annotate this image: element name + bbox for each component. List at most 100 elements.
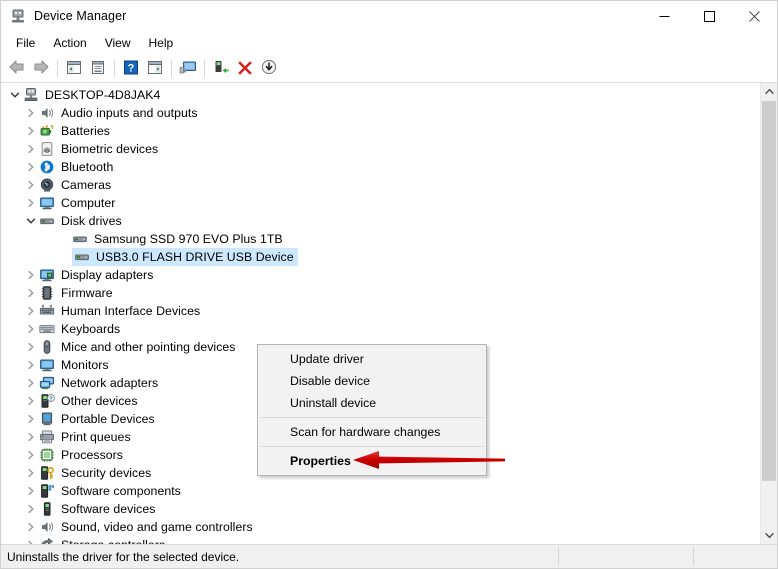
context-properties[interactable]: Properties <box>258 450 486 472</box>
tree-item-label: Samsung SSD 970 EVO Plus 1TB <box>94 232 283 246</box>
chevron-right-icon[interactable] <box>23 536 39 544</box>
chevron-right-icon[interactable] <box>23 410 39 428</box>
vertical-scrollbar[interactable] <box>760 83 777 544</box>
tree-item-keyboards[interactable]: Keyboards <box>1 320 760 338</box>
tree-item-label: Display adapters <box>61 268 154 282</box>
tree-item-label: Firmware <box>61 286 113 300</box>
toolbar-separator <box>171 60 172 77</box>
chevron-right-icon[interactable] <box>23 122 39 140</box>
tree-item-selected-highlight: USB3.0 FLASH DRIVE USB Device <box>72 248 298 266</box>
scrollbar-thumb[interactable] <box>762 101 776 481</box>
context-uninstall-device[interactable]: Uninstall device <box>258 392 486 414</box>
tree-item-usb3-0-flash-drive-usb-device[interactable]: USB3.0 FLASH DRIVE USB Device <box>1 248 760 266</box>
disk-drive-icon <box>74 249 90 265</box>
tree-item-human-interface-devices[interactable]: Human Interface Devices <box>1 302 760 320</box>
maximize-button[interactable] <box>687 1 732 31</box>
tree-item-label: Human Interface Devices <box>61 304 201 318</box>
software-device-icon <box>39 501 55 517</box>
device-manager-window: Device Manager File Action View Help ? D… <box>0 0 778 569</box>
show-hide-console-tree-button[interactable] <box>62 57 86 80</box>
tree-item-label: Security devices <box>61 466 152 480</box>
disk-drive-icon <box>39 213 55 229</box>
forward-button[interactable] <box>29 57 53 80</box>
device-context-menu[interactable]: Update driver Disable device Uninstall dev… <box>257 344 487 476</box>
menu-view[interactable]: View <box>96 33 140 54</box>
chevron-right-icon[interactable] <box>23 446 39 464</box>
scroll-down-button[interactable] <box>761 527 777 544</box>
properties-button[interactable] <box>86 57 110 80</box>
chevron-right-icon[interactable] <box>23 428 39 446</box>
back-button[interactable] <box>5 57 29 80</box>
toolbar-separator <box>57 60 58 77</box>
tree-item-bluetooth[interactable]: Bluetooth <box>1 158 760 176</box>
tree-root-item[interactable]: DESKTOP-4D8JAK4 <box>1 86 760 104</box>
chevron-right-icon[interactable] <box>23 392 39 410</box>
tree-item-disk-drives[interactable]: Disk drives <box>1 212 760 230</box>
uninstall-device-button[interactable] <box>233 57 257 80</box>
tree-item-cameras[interactable]: Cameras <box>1 176 760 194</box>
chevron-right-icon[interactable] <box>23 518 39 536</box>
scan-hardware-changes-button[interactable] <box>176 57 200 80</box>
context-disable-device[interactable]: Disable device <box>258 370 486 392</box>
menu-action[interactable]: Action <box>44 33 95 54</box>
content-area: DESKTOP-4D8JAK4 Audio inputs and outputs B… <box>1 83 777 544</box>
scroll-up-button[interactable] <box>761 83 777 100</box>
display-adapter-icon <box>39 267 55 283</box>
chevron-right-icon[interactable] <box>23 284 39 302</box>
chevron-right-icon[interactable] <box>23 374 39 392</box>
context-menu-separator <box>260 417 484 418</box>
storage-controller-icon <box>39 537 55 544</box>
chevron-right-icon[interactable] <box>23 302 39 320</box>
context-scan-hardware-changes[interactable]: Scan for hardware changes <box>258 421 486 443</box>
chevron-right-icon[interactable] <box>23 194 39 212</box>
chevron-right-icon[interactable] <box>23 464 39 482</box>
tree-item-biometric-devices[interactable]: Biometric devices <box>1 140 760 158</box>
tree-item-display-adapters[interactable]: Display adapters <box>1 266 760 284</box>
update-driver-button[interactable] <box>209 57 233 80</box>
action-pane-icon <box>147 60 163 78</box>
tree-item-sound-video-and-game-controllers[interactable]: Sound, video and game controllers <box>1 518 760 536</box>
chevron-right-icon[interactable] <box>23 104 39 122</box>
chevron-right-icon[interactable] <box>23 320 39 338</box>
minimize-button[interactable] <box>642 1 687 31</box>
toolbar-separator <box>114 60 115 77</box>
menu-file[interactable]: File <box>7 33 44 54</box>
back-arrow-icon <box>8 59 26 78</box>
tree-item-batteries[interactable]: Batteries <box>1 122 760 140</box>
chevron-right-icon[interactable] <box>23 356 39 374</box>
tree-item-label: Batteries <box>61 124 110 138</box>
disable-device-button[interactable] <box>257 57 281 80</box>
chevron-right-icon[interactable] <box>23 482 39 500</box>
chevron-right-icon[interactable] <box>23 266 39 284</box>
tree-item-samsung-ssd-970-evo-plus-1tb[interactable]: Samsung SSD 970 EVO Plus 1TB <box>1 230 760 248</box>
chevron-down-icon[interactable] <box>7 86 23 104</box>
menu-help[interactable]: Help <box>140 33 183 54</box>
tree-item-software-components[interactable]: Software components <box>1 482 760 500</box>
context-update-driver[interactable]: Update driver <box>258 348 486 370</box>
tree-item-software-devices[interactable]: Software devices <box>1 500 760 518</box>
tree-item-firmware[interactable]: Firmware <box>1 284 760 302</box>
camera-icon <box>39 177 55 193</box>
chevron-right-icon[interactable] <box>23 140 39 158</box>
window-controls <box>642 1 777 31</box>
keyboard-icon <box>39 321 55 337</box>
security-key-icon <box>39 465 55 481</box>
chevron-right-icon[interactable] <box>23 176 39 194</box>
chevron-down-icon[interactable] <box>23 212 39 230</box>
close-button[interactable] <box>732 1 777 31</box>
tree-item-label: Bluetooth <box>61 160 114 174</box>
chevron-right-icon[interactable] <box>23 500 39 518</box>
tree-item-label: Mice and other pointing devices <box>61 340 236 354</box>
tree-item-computer[interactable]: Computer <box>1 194 760 212</box>
other-device-question-icon: ? <box>39 393 55 409</box>
disk-drive-icon <box>72 231 88 247</box>
chevron-right-icon[interactable] <box>23 338 39 356</box>
tree-item-storage-controllers[interactable]: Storage controllers <box>1 536 760 544</box>
help-button[interactable]: ? <box>119 57 143 80</box>
chevron-right-icon[interactable] <box>23 158 39 176</box>
tree-item-audio-inputs-and-outputs[interactable]: Audio inputs and outputs <box>1 104 760 122</box>
tree-item-label: Software devices <box>61 502 156 516</box>
show-hide-action-pane-button[interactable] <box>143 57 167 80</box>
